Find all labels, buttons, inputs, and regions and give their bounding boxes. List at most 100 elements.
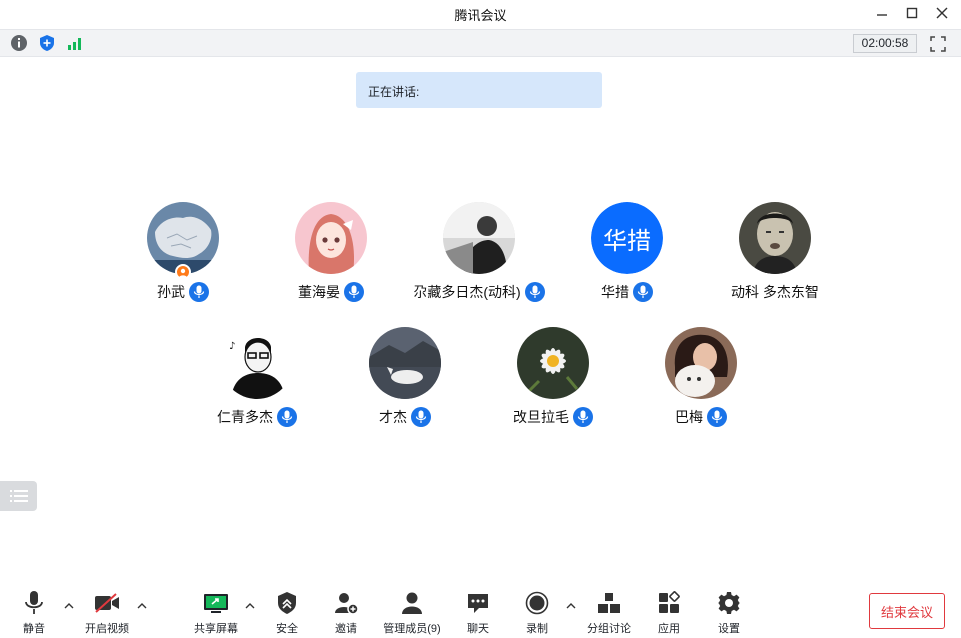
record-button[interactable]: 录制 [522, 590, 552, 638]
window-title: 腾讯会议 [454, 8, 507, 23]
invite-button[interactable]: 邀请 [331, 590, 361, 638]
mute-button[interactable]: 静音 [18, 590, 50, 638]
avatar-initials: 华措 [591, 202, 663, 274]
share-options-icon[interactable] [244, 600, 256, 612]
invite-user-icon [333, 590, 359, 616]
participant-name: 华措 [601, 284, 629, 300]
security-shield-icon [274, 590, 300, 616]
info-icon[interactable] [9, 34, 29, 52]
anime-avatar-icon [295, 202, 367, 274]
speaking-indicator: 正在讲话: [356, 72, 602, 108]
participant-tile[interactable]: 改旦拉毛 [483, 327, 623, 437]
record-label: 录制 [526, 623, 548, 635]
mic-icon [189, 282, 209, 302]
end-meeting-button[interactable]: 结束会议 [869, 593, 945, 629]
record-options-icon[interactable] [565, 600, 577, 612]
mic-icon [411, 407, 431, 427]
security-label: 安全 [276, 623, 298, 635]
participant-tile[interactable]: 巴梅 [631, 327, 771, 437]
participant-tile[interactable]: 尕藏多日杰(动科) [405, 202, 553, 312]
mic-icon [524, 282, 545, 302]
manage-members-button[interactable]: 管理成员(9) [380, 590, 444, 638]
chat-icon [465, 590, 491, 616]
participant-name: 改旦拉毛 [513, 409, 569, 425]
breakout-icon [596, 590, 622, 616]
share-screen-button[interactable]: 共享屏幕 [192, 590, 240, 638]
record-icon [524, 590, 550, 616]
breakout-label: 分组讨论 [587, 623, 631, 635]
girl-cat-avatar-icon [665, 327, 737, 399]
settings-button[interactable]: 设置 [714, 590, 744, 638]
shield-icon[interactable] [37, 34, 57, 52]
horse-avatar-icon [369, 327, 441, 399]
avatar [665, 327, 737, 399]
settings-label: 设置 [718, 623, 740, 635]
participant-name: 尕藏多日杰(动科) [413, 284, 521, 300]
flower-avatar-icon [517, 327, 589, 399]
participant-tile[interactable]: 华措 华措 [557, 202, 697, 312]
cartoon-avatar-icon: ♪ [221, 327, 293, 399]
security-button[interactable]: 安全 [272, 590, 302, 638]
participant-name: 仁青多杰 [217, 409, 273, 425]
avatar: 华措 [591, 202, 663, 274]
members-icon [399, 590, 425, 616]
mic-icon [344, 282, 364, 302]
photo-avatar-icon [443, 202, 515, 274]
meeting-toolbar: 静音 开启视频 共享屏幕 安全 邀请 管理成员(9) 聊天 录制 分组讨论 应用… [0, 582, 961, 638]
breakout-button[interactable]: 分组讨论 [585, 590, 633, 638]
avatar: ♪ [221, 327, 293, 399]
participant-name: 才杰 [379, 409, 407, 425]
participant-tile[interactable]: 董海晏 [261, 202, 401, 312]
list-icon [9, 490, 28, 502]
participant-tile[interactable]: 动科 多杰东智 [705, 202, 845, 312]
video-off-icon [94, 590, 120, 616]
invite-label: 邀请 [335, 623, 357, 635]
apps-label: 应用 [658, 623, 680, 635]
apps-button[interactable]: 应用 [654, 590, 684, 638]
mic-icon [277, 407, 297, 427]
avatar [369, 327, 441, 399]
participant-name: 董海晏 [298, 284, 340, 300]
fullscreen-button[interactable] [928, 34, 948, 54]
video-options-icon[interactable] [136, 600, 148, 612]
share-screen-icon [203, 590, 229, 616]
video-label: 开启视频 [85, 623, 129, 635]
minimize-button[interactable] [871, 3, 893, 23]
members-label: 管理成员(9) [383, 623, 441, 635]
participant-name: 巴梅 [675, 409, 703, 425]
fullscreen-icon [930, 36, 946, 52]
apps-icon [656, 590, 682, 616]
maximize-icon [906, 7, 918, 19]
title-bar: 腾讯会议 [0, 0, 961, 27]
close-icon [936, 7, 948, 19]
mute-options-icon[interactable] [63, 600, 75, 612]
avatar [739, 202, 811, 274]
gear-icon [716, 590, 742, 616]
mic-icon [707, 407, 727, 427]
minimize-icon [877, 14, 887, 16]
mic-icon [573, 407, 593, 427]
participant-tile[interactable]: ♪ 仁青多杰 [187, 327, 327, 437]
participant-tile[interactable]: 孙武 [113, 202, 253, 312]
maximize-button[interactable] [901, 3, 923, 23]
mute-label: 静音 [23, 623, 45, 635]
chat-button[interactable]: 聊天 [463, 590, 493, 638]
participant-name: 动科 多杰东智 [731, 284, 819, 300]
mic-icon [633, 282, 653, 302]
video-button[interactable]: 开启视频 [82, 590, 132, 638]
avatar [517, 327, 589, 399]
participant-name: 孙武 [157, 284, 185, 300]
meeting-timer: 02:00:58 [853, 34, 917, 53]
svg-text:♪: ♪ [229, 341, 235, 352]
avatar [443, 202, 515, 274]
host-icon [175, 264, 191, 280]
speaking-label: 正在讲话: [368, 85, 420, 99]
face-avatar-icon [739, 202, 811, 274]
close-button[interactable] [931, 3, 953, 23]
microphone-icon [21, 590, 47, 616]
avatar [295, 202, 367, 274]
signal-icon[interactable] [65, 34, 85, 52]
participant-list-toggle[interactable] [0, 481, 37, 511]
participant-tile[interactable]: 才杰 [335, 327, 475, 437]
chat-label: 聊天 [467, 623, 489, 635]
